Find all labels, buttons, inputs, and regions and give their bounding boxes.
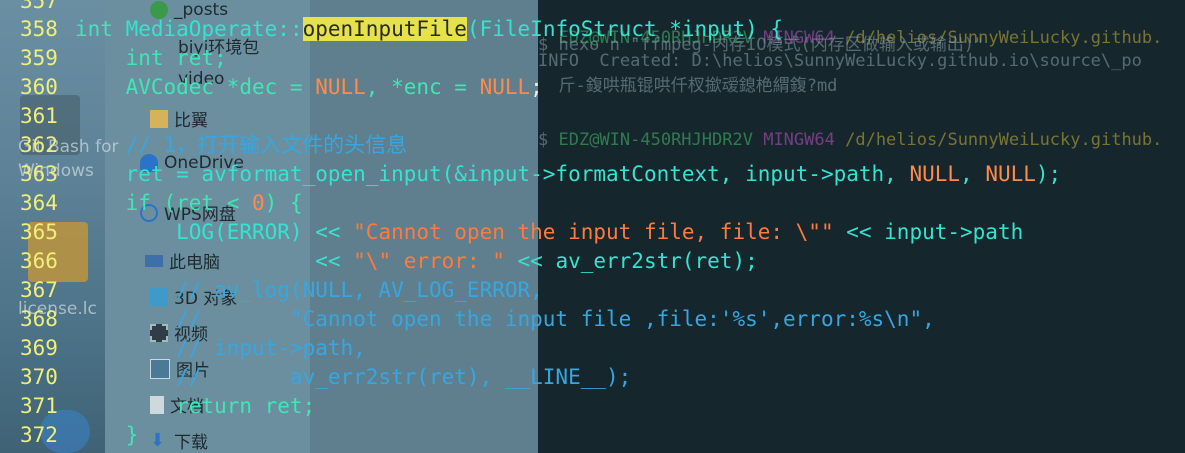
code-line-366[interactable]: << "\" error: " << av_err2str(ret); (75, 247, 758, 276)
explorer-item-label: 比翼 (174, 111, 208, 131)
code-line-359[interactable]: int ret; (75, 44, 227, 73)
line-number: 362 (20, 133, 58, 157)
explorer-item-label: 下载 (174, 433, 208, 453)
line-number: 357 (20, 0, 58, 13)
folder-icon (150, 109, 168, 128)
line-number: 369 (20, 336, 58, 360)
code-token: ret = avformat_open_input(&input->format… (75, 162, 910, 186)
line-number: 359 (20, 46, 58, 70)
code-token: MediaOperate:: (112, 17, 303, 41)
code-token: , (960, 162, 986, 186)
code-token: AVCodec *dec = (75, 75, 316, 99)
line-number: 365 (20, 220, 58, 244)
terminal-path: /d/helios/SunnyWeiLucky.github. (845, 130, 1163, 150)
code-token: << av_err2str(ret); (504, 249, 758, 273)
code-line-364[interactable]: if (ret < 0) { (75, 189, 303, 218)
code-token: "Cannot open the input file, file: \"" (353, 220, 834, 244)
code-line-367[interactable]: // av_log(NULL, AV_LOG_ERROR, (75, 276, 543, 305)
code-line-371[interactable]: return ret; (75, 392, 315, 421)
download-arrow-icon: ⬇ (150, 429, 166, 451)
line-number: 360 (20, 75, 58, 99)
line-number: 366 (20, 249, 58, 273)
code-token: NULL (315, 75, 366, 99)
code-line-363[interactable]: ret = avformat_open_input(&input->format… (75, 160, 1062, 189)
code-token: (FileInfoStruct *input) { (466, 17, 784, 41)
code-token: ) { (264, 191, 303, 215)
code-token: , *enc = (365, 75, 480, 99)
code-line-360[interactable]: AVCodec *dec = NULL, *enc = NULL; (75, 73, 543, 102)
explorer-item-downloads[interactable]: ⬇ 下载 (150, 428, 208, 453)
code-token: "\" error: " (353, 249, 505, 273)
code-token: ; (530, 75, 543, 99)
editor-gutter: 357 358 359 360 361 362 363 364 365 366 … (0, 0, 75, 453)
terminal-info-line: INFO Created: D:\helios\SunnyWeiLucky.gi… (538, 51, 1142, 71)
code-token: LOG(ERROR) << (75, 220, 354, 244)
line-number: 364 (20, 191, 58, 215)
line-number: 358 (20, 17, 58, 41)
terminal-prompt-line-2: EDZ@WIN-450RHJHDR2V MINGW64 /d/helios/Su… (538, 110, 1162, 150)
code-line-365[interactable]: LOG(ERROR) << "Cannot open the input fil… (75, 218, 1023, 247)
line-number: 371 (20, 394, 58, 418)
code-line-370[interactable]: // av_err2str(ret), __LINE__); (75, 363, 631, 392)
line-number: 368 (20, 307, 58, 331)
terminal-output-line: 斤-鍑哄瓶锟哄仟杈撳叆鎴栬緭鍑?md (538, 76, 838, 96)
code-token: << input->path (833, 220, 1024, 244)
code-token: if (ret < (75, 191, 253, 215)
terminal-env: MINGW64 (763, 130, 835, 150)
line-number: 363 (20, 162, 58, 186)
code-token: NULL (985, 162, 1036, 186)
code-line-362[interactable]: // 1，打开输入文件的头信息 (75, 131, 408, 160)
code-line-372[interactable]: } (75, 421, 139, 450)
line-number: 361 (20, 104, 58, 128)
code-line-368[interactable]: // "Cannot open the input file ,file:'%s… (75, 305, 935, 334)
code-token: 0 (252, 191, 265, 215)
explorer-item-biyi[interactable]: 比翼 (150, 106, 208, 131)
code-token: ); (1035, 162, 1062, 186)
line-number: 372 (20, 423, 58, 447)
code-token: NULL (479, 75, 531, 99)
line-number: 367 (20, 278, 58, 302)
code-line-369[interactable]: // input->path, (75, 334, 366, 363)
code-line-358[interactable]: int MediaOperate::openInputFile(FileInfo… (75, 15, 783, 44)
line-number: 370 (20, 365, 58, 389)
search-highlight: openInputFile (302, 17, 467, 41)
code-token: NULL (909, 162, 961, 186)
terminal-cursor-line[interactable]: $ (538, 130, 548, 150)
terminal-user: EDZ@WIN-450RHJHDR2V (558, 130, 753, 150)
code-token: << (75, 249, 354, 273)
code-token: int (75, 17, 113, 41)
